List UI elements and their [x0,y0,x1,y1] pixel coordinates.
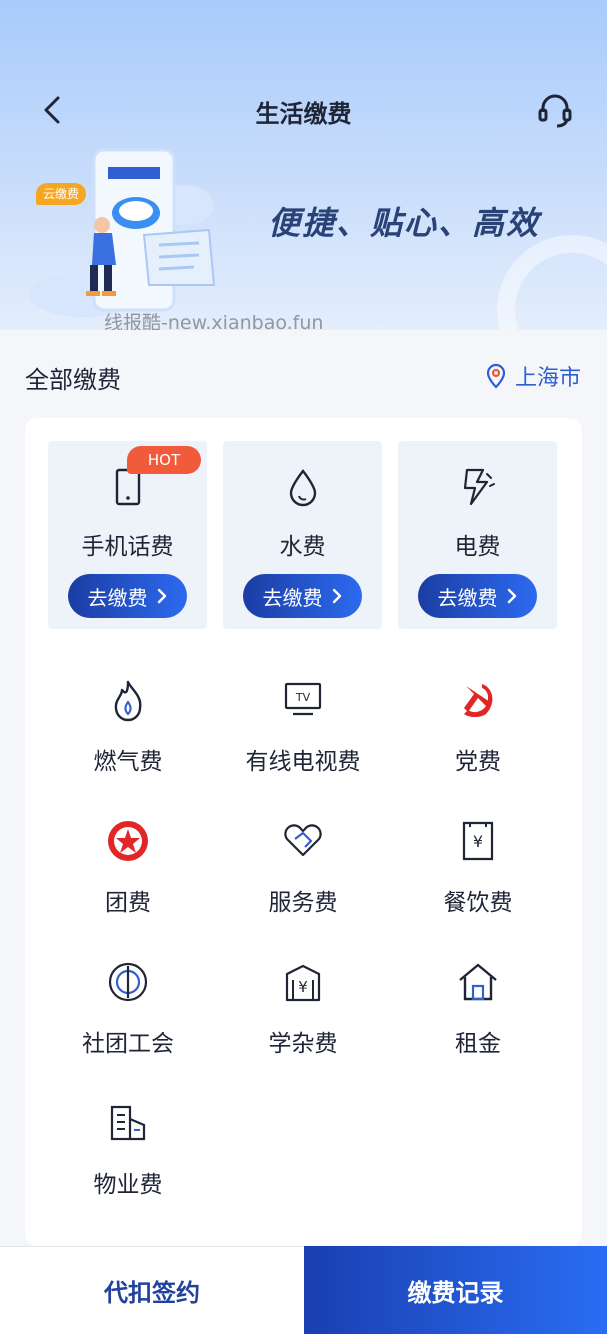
featured-label: 手机话费 [81,534,174,560]
auto-debit-sign-button[interactable]: 代扣签约 [0,1246,304,1334]
service-label: 社团工会 [82,1031,174,1057]
service-label: 有线电视费 [245,749,361,775]
service-label: 物业费 [93,1172,163,1198]
bottom-bar: 代扣签约 缴费记录 [0,1246,607,1334]
service-label: 党费 [455,749,501,775]
navbar: 生活缴费 [0,80,607,140]
service-cable-tv[interactable]: TV 有线电视费 [218,678,388,798]
handshake-heart-icon [284,824,322,857]
service-rent[interactable]: 租金 [393,960,563,1080]
location-selector[interactable]: 上海市 [485,360,581,392]
service-league-fee[interactable]: 团费 [43,819,213,939]
service-gas[interactable]: 燃气费 [43,678,213,798]
featured-water-bill[interactable]: 水费 去缴费 [223,441,382,629]
pay-button-label: 去缴费 [87,585,148,610]
section-header: 全部缴费 上海市 [0,350,607,400]
watermark: 线报酷-new.xianbao.fun [104,312,324,330]
pay-button-label: 去缴费 [437,585,498,610]
svg-text:¥: ¥ [473,832,483,851]
decorative-circle [497,235,607,330]
house-icon [459,963,497,1001]
pay-button[interactable]: 去缴费 [243,574,362,618]
section-title: 全部缴费 [25,366,121,394]
featured-label: 电费 [454,534,501,560]
school-building-icon: ¥ [285,964,321,1002]
league-emblem-icon [108,821,148,861]
service-property-fee[interactable]: 物业费 [43,1101,213,1221]
service-label: 学杂费 [268,1031,338,1057]
party-emblem-icon [464,684,493,717]
water-drop-icon [289,469,317,507]
hot-badge: HOT [127,446,201,474]
featured-electricity-bill[interactable]: 电费 去缴费 [398,441,557,629]
phone-illustration [29,148,216,317]
chevron-right-icon [157,588,166,604]
slogan: 便捷、贴心、高效 [268,204,541,242]
chevron-right-icon [507,588,516,604]
page-title: 生活缴费 [255,100,352,128]
svg-text:¥: ¥ [298,978,308,996]
service-label: 服务费 [268,890,338,916]
featured-label: 水费 [279,534,326,560]
buildings-icon [110,1105,146,1141]
hero-banner: 生活缴费 云缴费 便捷、贴心、高效 线报酷-new.xianbao.fun [0,0,607,330]
cloud-pay-badge: 云缴费 [36,183,86,205]
location-text: 上海市 [514,366,581,391]
service-label: 租金 [455,1031,501,1057]
tv-icon: TV [284,682,322,716]
service-label: 燃气费 [93,749,163,775]
service-party-fee[interactable]: 党费 [393,678,563,798]
pay-button[interactable]: 去缴费 [418,574,537,618]
lightning-icon [463,468,495,506]
flame-icon [114,680,142,722]
receipt-yuan-icon: ¥ [462,821,494,861]
headset-icon[interactable] [535,90,575,130]
service-catering-fee[interactable]: ¥ 餐饮费 [393,819,563,939]
chevron-right-icon [332,588,341,604]
service-service-fee[interactable]: 服务费 [218,819,388,939]
payment-card: 手机话费 去缴费 HOT 水费 去缴费 电费 去缴费 燃气费 TV 有线电视费 … [25,418,582,1246]
payment-records-button[interactable]: 缴费记录 [304,1246,607,1334]
service-tuition[interactable]: ¥ 学杂费 [218,960,388,1080]
pay-button[interactable]: 去缴费 [68,574,187,618]
service-union[interactable]: 社团工会 [43,960,213,1080]
location-pin-icon [486,363,506,389]
svg-text:TV: TV [295,691,311,704]
union-emblem-icon [108,962,148,1002]
service-label: 餐饮费 [443,890,513,916]
pay-button-label: 去缴费 [262,585,323,610]
service-label: 团费 [105,890,151,916]
